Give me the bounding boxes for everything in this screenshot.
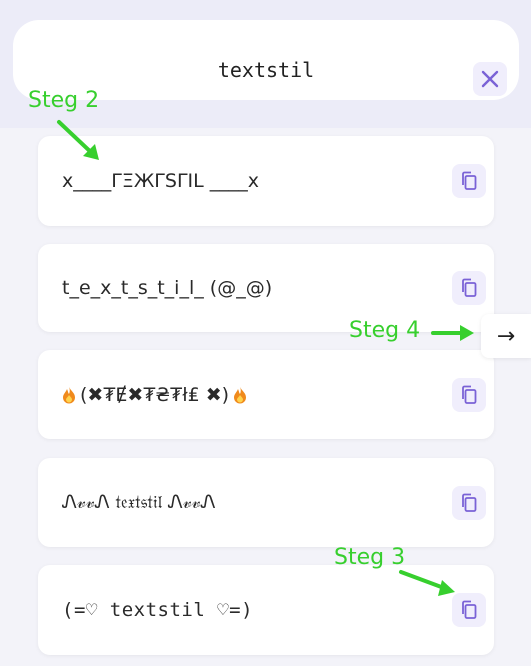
result-text: (=♡ textstil ♡=) [62,599,254,621]
annotation-arrow-step-4 [431,325,474,341]
copy-button[interactable] [452,271,486,305]
copy-icon [462,385,477,404]
search-input[interactable]: textstil [13,58,519,82]
fire-emoji-left [63,386,75,403]
copy-button[interactable] [452,593,486,627]
next-button[interactable]: → [481,314,531,358]
copy-button[interactable] [452,486,486,520]
annotation-step-2: Steg 2 [28,88,100,113]
arrow-right-icon: → [496,323,516,349]
close-icon [481,70,499,88]
copy-button[interactable] [452,164,486,198]
result-text: t_e_x_t_s_t_i_l_ (@_@) [62,277,273,299]
result-card: t_e_x_t_s_t_i_l_ (@_@) [38,244,494,332]
annotation-arrow-step-3 [399,570,455,596]
copy-icon [462,171,477,190]
copy-icon [462,493,477,512]
result-card: (✖₮Ɇ✖₮₴₮ł₤ ✖) [38,350,494,439]
annotation-step-4: Steg 4 [349,318,421,343]
fire-emoji-right [234,386,247,403]
result-text: Ꮑ𝓋𝓋Ꮑ 𝔱𝔢𝔵𝔱𝔰𝔱𝔦𝔩 Ꮑ𝓋𝓋Ꮑ [62,492,216,513]
result-text-row: (✖₮Ɇ✖₮₴₮ł₤ ✖) [62,350,247,439]
copy-icon [462,278,477,297]
copy-button[interactable] [452,378,486,412]
copy-icon [462,600,477,619]
annotation-step-3: Steg 3 [334,545,406,570]
clear-button[interactable] [473,62,507,96]
result-text: (✖₮Ɇ✖₮₴₮ł₤ ✖) [80,383,230,406]
result-card: Ꮑ𝓋𝓋Ꮑ 𝔱𝔢𝔵𝔱𝔰𝔱𝔦𝔩 Ꮑ𝓋𝓋Ꮑ [38,458,494,547]
annotation-arrow-step-2 [57,120,99,160]
